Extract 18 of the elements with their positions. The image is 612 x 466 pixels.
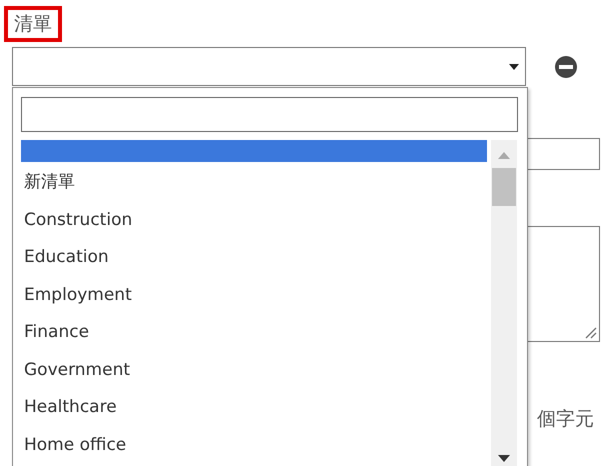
dropdown-option[interactable]: Employment: [21, 276, 487, 314]
scroll-thumb[interactable]: [492, 168, 516, 206]
field-label: 清單: [4, 6, 62, 42]
character-count-text: 個字元: [537, 407, 595, 432]
dropdown-option[interactable]: Home office: [21, 426, 487, 464]
dropdown-option[interactable]: Finance: [21, 314, 487, 352]
scroll-down-icon[interactable]: [498, 455, 510, 462]
scrollbar[interactable]: [491, 140, 517, 466]
resize-grip-icon: [583, 325, 597, 339]
search-field[interactable]: [21, 97, 518, 132]
dropdown-option[interactable]: Education: [21, 239, 487, 276]
dropdown-option[interactable]: Construction: [21, 202, 487, 239]
caret-icon: [509, 64, 519, 70]
dropdown-option[interactable]: Healthcare: [21, 389, 487, 426]
remove-icon[interactable]: [554, 54, 578, 78]
dropdown-option[interactable]: 新清單: [21, 164, 487, 202]
list-select[interactable]: [12, 47, 526, 86]
dropdown-option[interactable]: Government: [21, 352, 487, 389]
